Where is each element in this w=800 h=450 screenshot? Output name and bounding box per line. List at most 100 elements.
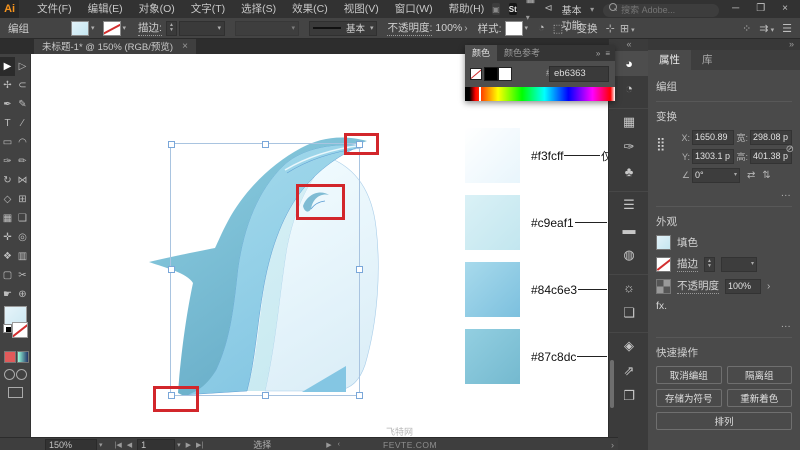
white-swatch[interactable] xyxy=(498,67,512,81)
panel-icon-color-guide-icon[interactable]: ◔ xyxy=(609,76,649,101)
chevron-down-icon[interactable]: ▾ xyxy=(99,441,103,449)
tool-icon-9-l[interactable]: ✛ xyxy=(0,228,15,247)
panel-icon-export-icon[interactable]: ⇗ xyxy=(609,358,649,383)
restore-button[interactable]: ❐ xyxy=(752,0,769,18)
tool-icon-8-r[interactable]: ❑ xyxy=(15,209,30,228)
tool-icon-4-r[interactable]: ◠ xyxy=(15,133,30,152)
flip-horizontal-icon[interactable]: ⇄ xyxy=(747,170,755,181)
zoom-level-field[interactable]: 150% xyxy=(45,438,97,450)
tool-icon-5-r[interactable]: ✏ xyxy=(15,152,30,171)
canvas-scrollbar-thumb[interactable] xyxy=(610,360,614,408)
screen-mode-icon[interactable] xyxy=(8,387,23,398)
tool-icon-6-r[interactable]: ⋈ xyxy=(15,171,30,190)
panel-icon-layers-icon[interactable]: ◈ xyxy=(609,332,649,358)
tool-icon-2-r[interactable]: ✎ xyxy=(15,95,30,114)
tool-icon-10-l[interactable]: ❖ xyxy=(0,247,15,266)
tool-icon-7-l[interactable]: ◇ xyxy=(0,190,15,209)
tool-icon-10-r[interactable]: ▥ xyxy=(15,247,30,266)
menu-item-1[interactable]: 编辑(E) xyxy=(80,0,131,18)
expand-panels-icon[interactable]: « xyxy=(609,38,649,51)
draw-normal-mode-icon[interactable] xyxy=(4,369,15,380)
menu-item-0[interactable]: 文件(F) xyxy=(29,0,79,18)
none-swatch[interactable] xyxy=(470,68,482,80)
panel-icon-stroke-icon[interactable]: ☰ xyxy=(609,191,649,217)
tool-icon-3-l[interactable]: T xyxy=(0,114,15,133)
tool-icon-2-l[interactable]: ✒ xyxy=(0,95,15,114)
current-tool-indicator[interactable]: 选择 xyxy=(253,438,271,450)
panel-icon-color-icon[interactable]: ◕ xyxy=(609,51,649,76)
selection-handle[interactable] xyxy=(168,141,175,148)
menu-item-5[interactable]: 效果(C) xyxy=(284,0,336,18)
stroke-swatch[interactable] xyxy=(656,256,671,272)
panel-icon-artboards-icon[interactable]: ❐ xyxy=(609,383,649,408)
tool-icon-11-r[interactable]: ✂ xyxy=(15,266,30,285)
x-field[interactable]: 1650.89 xyxy=(692,130,734,145)
tool-icon-1-r[interactable]: ⊂ xyxy=(15,76,30,95)
stroke-weight-dropdown[interactable]: ▾ xyxy=(721,256,757,272)
fill-color-swatch[interactable] xyxy=(71,20,89,36)
tool-icon-8-l[interactable]: ▦ xyxy=(0,209,15,228)
more-options-icon[interactable]: … xyxy=(656,187,792,199)
tool-icon-0-l[interactable]: ▶ xyxy=(0,57,15,76)
minimize-button[interactable]: ─ xyxy=(728,0,743,18)
width-field[interactable]: 298.08 p xyxy=(750,130,792,145)
quick-action-button-3[interactable]: 重新着色 xyxy=(726,389,792,407)
fx-button[interactable]: fx. xyxy=(656,300,667,312)
more-options-icon[interactable]: … xyxy=(656,318,792,330)
tab-color-guide[interactable]: 颜色参考 xyxy=(497,45,547,61)
selection-handle[interactable] xyxy=(262,141,269,148)
tool-icon-7-r[interactable]: ⊞ xyxy=(15,190,30,209)
tool-icon-3-r[interactable]: ∕ xyxy=(15,114,30,133)
artboard-number-field[interactable]: 1 xyxy=(137,438,176,450)
tool-icon-4-l[interactable]: ▭ xyxy=(0,133,15,152)
chevron-right-icon[interactable]: › xyxy=(464,23,467,34)
chevron-right-icon[interactable]: › xyxy=(767,281,770,292)
tool-icon-6-l[interactable]: ↻ xyxy=(0,171,15,190)
chevron-right-icon[interactable]: › xyxy=(611,440,614,450)
color-mode-button[interactable] xyxy=(4,351,16,363)
stroke-link[interactable]: 描边: xyxy=(138,20,162,36)
quick-action-button-0[interactable]: 取消编组 xyxy=(656,366,722,384)
stroke-weight-field[interactable]: ▾ xyxy=(178,20,225,36)
stroke-weight-stepper[interactable]: ▲ ▼ xyxy=(165,20,177,36)
stroke-color-indicator[interactable] xyxy=(12,322,28,338)
black-swatch[interactable] xyxy=(484,67,498,81)
stroke-weight-stepper[interactable]: ▲ ▼ xyxy=(704,256,715,272)
panel-icon-appearance-icon[interactable]: ☼ xyxy=(609,274,649,300)
opacity-field[interactable]: 100% xyxy=(725,278,761,294)
hex-value-field[interactable]: eb6363 xyxy=(549,66,609,82)
artboard-canvas[interactable]: #f3fcff 仅 #c9eaf1 #84c6e3 #87c8dc 飞特网 xyxy=(30,54,608,437)
gpu-badge-icon[interactable]: ▣ xyxy=(492,3,500,15)
document-tab[interactable]: 未标题-1* @ 150% (RGB/预览) × xyxy=(34,38,196,54)
panel-icon-gradient-icon[interactable]: ▬ xyxy=(609,217,649,242)
collapse-panel-icon[interactable]: » xyxy=(596,49,600,58)
quick-action-button-2[interactable]: 存储为符号 xyxy=(656,389,722,407)
quick-action-button-1[interactable]: 隔离组 xyxy=(726,366,792,384)
spectrum-marker[interactable] xyxy=(479,87,481,101)
tool-icon-12-r[interactable]: ⊕ xyxy=(15,285,30,304)
draw-behind-mode-icon[interactable] xyxy=(16,369,27,380)
menu-item-8[interactable]: 帮助(H) xyxy=(441,0,493,18)
tab-libraries[interactable]: 库 xyxy=(691,50,724,70)
stroke-color-swatch[interactable] xyxy=(102,20,121,36)
chevron-down-icon[interactable]: ▾ xyxy=(123,24,127,32)
workspace-selector[interactable]: 传统基本功能 ▾ xyxy=(562,0,594,32)
tool-icon-11-l[interactable]: ▢ xyxy=(0,266,15,285)
tab-properties[interactable]: 属性 xyxy=(648,50,691,70)
brush-definition-dropdown[interactable]: 基本 ▾ xyxy=(308,20,378,36)
width-profile-dropdown[interactable]: ▾ xyxy=(234,20,299,36)
workspace-switcher-icon[interactable]: ▦ ▾ xyxy=(526,0,535,27)
color-spectrum-bar[interactable] xyxy=(465,87,615,101)
tab-color[interactable]: 颜色 xyxy=(465,45,498,61)
tool-icon-5-l[interactable]: ✑ xyxy=(0,152,15,171)
menu-item-4[interactable]: 选择(S) xyxy=(233,0,284,18)
next-artboard-icon[interactable]: ▶ xyxy=(186,441,191,449)
menu-item-6[interactable]: 视图(V) xyxy=(336,0,387,18)
rotation-field[interactable]: 0° ▾ xyxy=(692,168,740,183)
y-field[interactable]: 1303.1 p xyxy=(692,149,734,164)
tool-icon-1-l[interactable]: ✢ xyxy=(0,76,15,95)
constrain-proportions-icon[interactable]: ⊘ xyxy=(786,144,794,155)
opacity-link[interactable]: 不透明度: xyxy=(387,20,433,36)
selection-handle[interactable] xyxy=(168,266,175,273)
gradient-mode-button[interactable] xyxy=(17,351,29,363)
